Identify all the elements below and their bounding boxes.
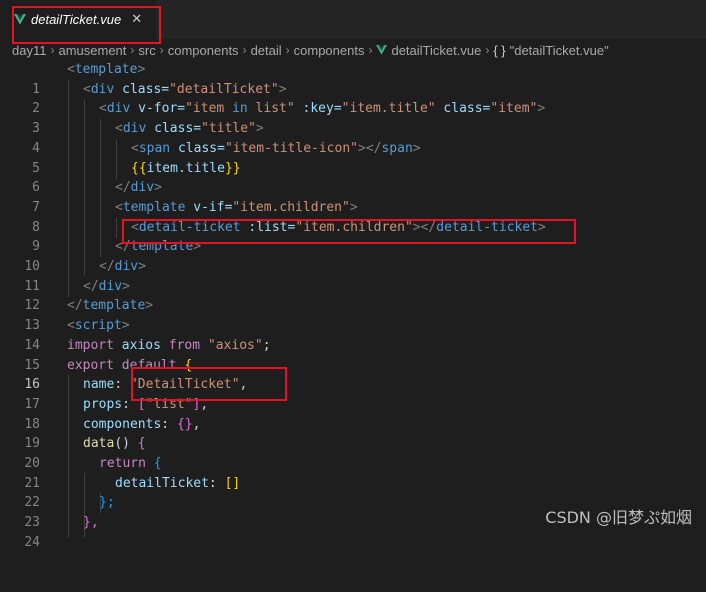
code-text: </div> xyxy=(99,259,146,274)
highlight-box-name xyxy=(131,367,287,401)
code-text: <div class="title"> xyxy=(115,121,264,137)
code-line: 4 <div class="title"> xyxy=(0,119,706,156)
code-text: detailTicket: [] xyxy=(115,475,241,491)
code-line: 2 <div class="detailTicket"> xyxy=(0,80,706,117)
code-text: <div v-for="item in list" :key="item.tit… xyxy=(99,101,546,117)
code-line: 16 export default { xyxy=(0,356,706,393)
breadcrumb-item-src[interactable]: src xyxy=(138,43,155,58)
line-number: 24 xyxy=(24,534,40,550)
code-line: 20 data() { xyxy=(0,434,706,471)
code-text: data() { xyxy=(83,436,146,452)
breadcrumb: day11 › amusement › src › components › d… xyxy=(0,39,706,61)
highlight-box-detail-ticket xyxy=(122,219,576,244)
code-line: 15 import axios from "axios"; xyxy=(0,336,706,373)
code-text: </div> xyxy=(115,180,162,196)
breadcrumb-item-components-2[interactable]: components xyxy=(294,43,365,58)
breadcrumb-separator: › xyxy=(50,43,55,57)
code-line: 1 <template> xyxy=(0,60,706,97)
code-line: 6 {{item.title}} xyxy=(0,159,706,196)
breadcrumb-item-amusement[interactable]: amusement xyxy=(58,43,126,58)
vue-icon xyxy=(376,45,388,55)
code-line: 14 <script> xyxy=(0,316,706,353)
code-text: </template> xyxy=(67,298,154,314)
code-line: 3 <div v-for="item in list" :key="item.t… xyxy=(0,99,706,136)
code-text: <div class="detailTicket"> xyxy=(83,81,287,97)
code-text: <span class="item-title-icon"></span> xyxy=(131,140,421,156)
code-line: 12 </div> xyxy=(0,277,706,314)
code-text: <template v-if="item.children"> xyxy=(115,199,358,215)
code-line: 8 <template v-if="item.children"> xyxy=(0,198,706,235)
code-text: <template> xyxy=(67,62,146,77)
breadcrumb-symbol[interactable]: "detailTicket.vue" xyxy=(510,43,609,58)
code-text: return { xyxy=(99,456,162,471)
code-line: 17 name: "DetailTicket", xyxy=(0,375,706,412)
breadcrumb-separator: › xyxy=(130,43,135,57)
code-line: 13 </template> xyxy=(0,296,706,333)
code-line: 5 <span class="item-title-icon"></span> xyxy=(0,139,706,176)
code-line: 19 components: {}, xyxy=(0,415,706,452)
breadcrumb-separator: › xyxy=(242,43,247,57)
code-text: {{item.title}} xyxy=(131,160,241,176)
breadcrumb-item-day11[interactable]: day11 xyxy=(12,43,46,58)
code-text: }; xyxy=(99,495,115,511)
breadcrumb-item-components[interactable]: components xyxy=(168,43,239,58)
code-text: </div> xyxy=(83,278,130,294)
code-text: components: {}, xyxy=(83,416,201,432)
code-text: }, xyxy=(83,515,99,531)
code-editor[interactable]: 1 <template> 2 <div class="detailTicket"… xyxy=(0,60,706,550)
code-text: import axios from "axios"; xyxy=(67,337,271,353)
watermark: CSDN @旧梦ぷ如烟 xyxy=(545,508,692,527)
code-line: 18 props: ["list"], xyxy=(0,395,706,432)
breadcrumb-item-file[interactable]: detailTicket.vue xyxy=(391,43,481,58)
breadcrumb-item-detail[interactable]: detail xyxy=(251,43,282,58)
symbol-braces-icon: { } xyxy=(493,42,506,58)
code-text: <script> xyxy=(67,318,130,334)
breadcrumb-separator: › xyxy=(485,43,490,57)
breadcrumb-separator: › xyxy=(368,43,373,57)
code-line: 7 </div> xyxy=(0,178,706,215)
breadcrumb-separator: › xyxy=(285,43,290,57)
code-line: 21 return { xyxy=(0,454,706,491)
code-line: 22 detailTicket: [] xyxy=(0,474,706,511)
breadcrumb-separator: › xyxy=(159,43,164,57)
code-line: 11 </div> xyxy=(0,257,706,294)
